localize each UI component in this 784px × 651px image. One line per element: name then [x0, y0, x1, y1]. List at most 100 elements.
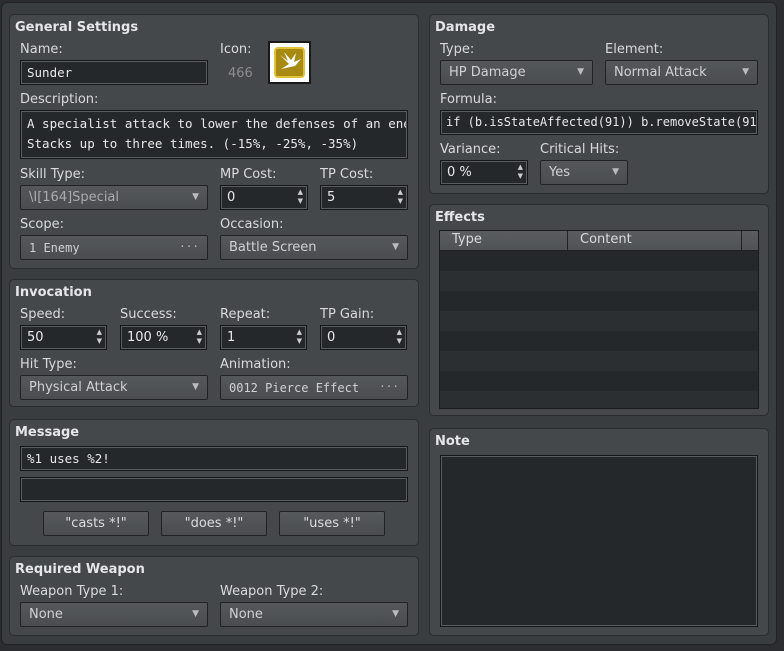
occasion-label: Occasion:	[220, 217, 283, 232]
mp-cost-value: 0	[227, 190, 235, 205]
spin-arrows-icon[interactable]: ▲▼	[297, 328, 302, 346]
repeat-value: 1	[227, 330, 235, 345]
variance-value: 0 %	[447, 165, 472, 180]
chevron-down-icon: ▼	[392, 609, 399, 619]
spin-arrows-icon[interactable]: ▲▼	[298, 188, 303, 206]
tp-gain-spinner[interactable]: 0 ▲▼	[320, 325, 407, 350]
note-textarea[interactable]	[440, 455, 758, 627]
scope-label: Scope:	[20, 217, 64, 232]
weapon-type1-value: None	[29, 607, 63, 622]
table-row[interactable]	[440, 271, 758, 291]
mp-cost-spinner[interactable]: 0 ▲▼	[220, 185, 308, 210]
damage-type-label: Type:	[440, 42, 474, 57]
table-row[interactable]	[440, 371, 758, 391]
repeat-spinner[interactable]: 1 ▲▼	[220, 325, 307, 350]
element-label: Element:	[605, 42, 663, 57]
variance-spinner[interactable]: 0 % ▲▼	[440, 160, 528, 185]
scope-select[interactable]: 1 Enemy ···	[20, 235, 208, 260]
section-title: Damage	[435, 20, 495, 35]
invocation-panel: Invocation Speed: 50▲▼ Success: 100 %▲▼ …	[9, 279, 419, 407]
uses-button[interactable]: "uses *!"	[279, 511, 385, 536]
column-header-content[interactable]: Content	[568, 231, 742, 251]
spin-arrows-icon[interactable]: ▲▼	[518, 163, 523, 181]
formula-input[interactable]: if (b.isStateAffected(91)) b.removeState…	[440, 110, 758, 135]
repeat-label: Repeat:	[220, 307, 270, 322]
section-title: Effects	[435, 210, 485, 225]
column-header-type[interactable]: Type	[440, 231, 568, 251]
shatter-skill-icon	[274, 47, 305, 78]
ellipsis-icon: ···	[179, 240, 199, 253]
table-row[interactable]	[440, 351, 758, 371]
effects-panel: Effects Type Content	[429, 204, 769, 416]
element-select[interactable]: Normal Attack ▼	[605, 60, 758, 85]
section-title: Message	[15, 425, 79, 440]
element-value: Normal Attack	[614, 65, 707, 80]
variance-label: Variance:	[440, 142, 501, 157]
table-row[interactable]	[440, 311, 758, 331]
damage-type-select[interactable]: HP Damage ▼	[440, 60, 593, 85]
chevron-down-icon: ▼	[192, 382, 199, 392]
tp-gain-value: 0	[327, 330, 335, 345]
speed-spinner[interactable]: 50 ▲▼	[20, 325, 107, 350]
section-title: Invocation	[15, 285, 92, 300]
weapon-type1-label: Weapon Type 1:	[20, 584, 123, 599]
description-textarea[interactable]: A specialist attack to lower the defense…	[20, 110, 408, 159]
message-line1-input[interactable]: %1 uses %2!	[20, 446, 408, 471]
tp-cost-spinner[interactable]: 5▲▼	[320, 185, 408, 210]
success-spinner[interactable]: 100 % ▲▼	[120, 325, 207, 350]
occasion-value: Battle Screen	[229, 240, 317, 255]
general-settings-panel: General Settings Name: Sunder Icon: 466 …	[9, 14, 419, 269]
success-label: Success:	[120, 307, 177, 322]
ellipsis-icon: ···	[379, 380, 399, 393]
hit-type-label: Hit Type:	[20, 357, 77, 372]
table-row[interactable]	[440, 331, 758, 351]
formula-label: Formula:	[440, 92, 497, 107]
animation-label: Animation:	[220, 357, 291, 372]
tp-gain-label: TP Gain:	[320, 307, 374, 322]
note-panel: Note	[429, 428, 769, 636]
spin-arrows-icon[interactable]: ▲▼	[97, 328, 102, 346]
casts-button[interactable]: "casts *!"	[43, 511, 149, 536]
weapon-type2-select[interactable]: None▼	[220, 602, 408, 627]
section-title: Required Weapon	[15, 562, 145, 577]
description-label: Description:	[20, 92, 98, 107]
animation-select[interactable]: 0012 Pierce Effect ···	[220, 375, 408, 400]
table-row[interactable]	[440, 251, 758, 271]
message-line2-input[interactable]	[20, 477, 408, 502]
occasion-select[interactable]: Battle Screen▼	[220, 235, 408, 260]
description-line: Stacks up to three times. (-15%, -25%, -…	[27, 134, 401, 154]
chevron-down-icon: ▼	[612, 167, 619, 177]
tp-cost-label: TP Cost:	[320, 167, 373, 182]
description-line: A specialist attack to lower the defense…	[27, 114, 401, 134]
skill-type-label: Skill Type:	[20, 167, 85, 182]
speed-value: 50	[27, 330, 44, 345]
scope-value: 1 Enemy	[29, 241, 80, 255]
table-row[interactable]	[440, 391, 758, 409]
effects-table[interactable]: Type Content	[439, 230, 759, 409]
hit-type-value: Physical Attack	[29, 380, 128, 395]
chevron-down-icon: ▼	[742, 67, 749, 77]
critical-hits-select[interactable]: Yes▼	[540, 160, 628, 185]
weapon-type1-select[interactable]: None ▼	[20, 602, 208, 627]
speed-label: Speed:	[20, 307, 65, 322]
spin-arrows-icon[interactable]: ▲▼	[398, 188, 403, 206]
chevron-down-icon: ▼	[192, 609, 199, 619]
name-input[interactable]: Sunder	[20, 60, 208, 85]
skill-type-value: \I[164]Special	[29, 190, 119, 205]
chevron-down-icon: ▼	[577, 67, 584, 77]
hit-type-select[interactable]: Physical Attack ▼	[20, 375, 208, 400]
mp-cost-label: MP Cost:	[220, 167, 276, 182]
success-value: 100 %	[127, 330, 168, 345]
skill-type-select[interactable]: \I[164]Special ▼	[20, 185, 208, 210]
does-button[interactable]: "does *!"	[161, 511, 267, 536]
spin-arrows-icon[interactable]: ▲▼	[397, 328, 402, 346]
animation-value: 0012 Pierce Effect	[229, 381, 359, 395]
spin-arrows-icon[interactable]: ▲▼	[197, 328, 202, 346]
table-row[interactable]	[440, 291, 758, 311]
damage-type-value: HP Damage	[449, 65, 526, 80]
icon-picker[interactable]	[268, 41, 311, 84]
section-title: General Settings	[15, 20, 138, 35]
required-weapon-panel: Required Weapon Weapon Type 1: None ▼ Wea…	[9, 556, 419, 636]
chevron-down-icon: ▼	[192, 192, 199, 202]
weapon-type2-label: Weapon Type 2:	[220, 584, 323, 599]
